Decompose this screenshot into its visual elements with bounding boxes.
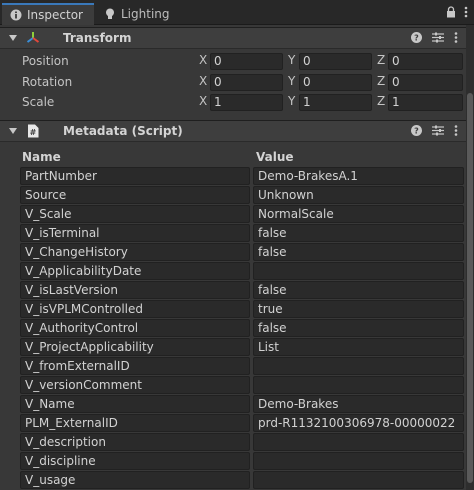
window-tab-bar: Inspector Lighting xyxy=(0,0,474,25)
tab-lighting[interactable]: Lighting xyxy=(96,3,174,25)
table-row: V_Name Demo-Brakes xyxy=(18,395,466,414)
table-row: V_isLastVersion false xyxy=(18,281,466,300)
rotation-label: Rotation xyxy=(22,75,73,89)
lock-icon[interactable] xyxy=(446,6,456,21)
position-y-field[interactable]: 0 xyxy=(299,53,372,70)
metadata-title: Metadata (Script) xyxy=(63,124,183,138)
row-name-field[interactable]: V_fromExternalID xyxy=(20,357,250,375)
table-row: PLM_ExternalID prd-R1132100306978-0000002… xyxy=(18,414,466,433)
table-row: V_ProjectApplicability List xyxy=(18,338,466,357)
row-name-field[interactable]: V_AuthorityControl xyxy=(20,319,250,337)
presets-icon[interactable] xyxy=(432,32,444,46)
help-icon[interactable]: ? xyxy=(411,32,422,46)
table-row: V_discipline xyxy=(18,452,466,471)
row-name-field[interactable]: Source xyxy=(20,186,250,204)
chevron-down-icon[interactable] xyxy=(8,33,18,43)
row-value-field[interactable]: Demo-Brakes xyxy=(253,395,464,413)
rotation-x-field[interactable]: 0 xyxy=(210,74,283,91)
table-row: V_AuthorityControl false xyxy=(18,319,466,338)
table-row: V_isVPLMControlled true xyxy=(18,300,466,319)
svg-text:?: ? xyxy=(414,127,419,136)
component-menu-icon[interactable] xyxy=(454,32,458,46)
row-value-field[interactable] xyxy=(253,433,464,451)
transform-axes-icon xyxy=(26,31,40,45)
row-value-field[interactable]: false xyxy=(253,243,464,261)
table-row: V_ChangeHistory false xyxy=(18,243,466,262)
row-name-field[interactable]: V_Scale xyxy=(20,205,250,223)
component-menu-icon[interactable] xyxy=(454,125,458,139)
row-value-field[interactable] xyxy=(253,471,464,489)
transform-header[interactable]: Transform ? xyxy=(0,27,466,49)
row-name-field[interactable]: V_Name xyxy=(20,395,250,413)
table-row: V_Scale NormalScale xyxy=(18,205,466,224)
table-row: PartNumber Demo-BrakesA.1 xyxy=(18,167,466,186)
row-value-field[interactable]: false xyxy=(253,319,464,337)
row-value-field[interactable] xyxy=(253,262,464,280)
scale-y-field[interactable]: 1 xyxy=(299,94,372,111)
scrollbar-thumb[interactable] xyxy=(467,93,473,483)
more-options-icon[interactable] xyxy=(464,6,468,21)
row-value-field[interactable]: Unknown xyxy=(253,186,464,204)
position-label: Position xyxy=(22,54,69,68)
row-value-field[interactable]: true xyxy=(253,300,464,318)
info-icon xyxy=(10,9,22,21)
transform-title: Transform xyxy=(63,31,132,45)
row-name-field[interactable]: V_description xyxy=(20,433,250,451)
svg-text:#: # xyxy=(30,128,37,137)
row-name-field[interactable]: PLM_ExternalID xyxy=(20,414,250,432)
table-row: V_description xyxy=(18,433,466,452)
row-value-field[interactable]: false xyxy=(253,224,464,242)
rotation-row: Rotation X 0 Y 0 Z 0 xyxy=(0,73,466,92)
position-x-field[interactable]: 0 xyxy=(210,53,283,70)
tab-inspector[interactable]: Inspector xyxy=(2,3,94,25)
presets-icon[interactable] xyxy=(432,125,444,139)
rotation-z-field[interactable]: 0 xyxy=(388,74,463,91)
script-icon: # xyxy=(26,124,40,138)
row-name-field[interactable]: V_usage xyxy=(20,471,250,489)
row-value-field[interactable]: false xyxy=(253,281,464,299)
metadata-header[interactable]: # Metadata (Script) ? xyxy=(0,120,466,142)
row-value-field[interactable]: List xyxy=(253,338,464,356)
metadata-table-header: Name Value xyxy=(18,148,466,166)
row-value-field[interactable] xyxy=(253,376,464,394)
row-name-field[interactable]: V_discipline xyxy=(20,452,250,470)
row-name-field[interactable]: V_ProjectApplicability xyxy=(20,338,250,356)
table-row: V_fromExternalID xyxy=(18,357,466,376)
help-icon[interactable]: ? xyxy=(411,125,422,139)
row-value-field[interactable]: prd-R1132100306978-00000022 xyxy=(253,414,464,432)
table-row: V_ApplicabilityDate xyxy=(18,262,466,281)
inspector-content: Transform ? Position X 0 Y 0 Z 0 Rotatio… xyxy=(0,25,466,490)
svg-text:?: ? xyxy=(414,34,419,43)
tab-lighting-label: Lighting xyxy=(121,7,170,21)
scale-z-field[interactable]: 1 xyxy=(388,94,463,111)
row-value-field[interactable]: NormalScale xyxy=(253,205,464,223)
lightbulb-icon xyxy=(104,8,116,20)
column-value-header: Value xyxy=(256,150,294,164)
table-row: V_usage xyxy=(18,471,466,490)
position-z-field[interactable]: 0 xyxy=(388,53,463,70)
row-name-field[interactable]: V_ChangeHistory xyxy=(20,243,250,261)
vertical-scrollbar[interactable] xyxy=(466,25,474,490)
row-value-field[interactable] xyxy=(253,452,464,470)
column-name-header: Name xyxy=(22,150,61,164)
row-value-field[interactable] xyxy=(253,357,464,375)
row-name-field[interactable]: PartNumber xyxy=(20,167,250,185)
row-name-field[interactable]: V_isVPLMControlled xyxy=(20,300,250,318)
row-value-field[interactable]: Demo-BrakesA.1 xyxy=(253,167,464,185)
row-name-field[interactable]: V_versionComment xyxy=(20,376,250,394)
row-name-field[interactable]: V_isTerminal xyxy=(20,224,250,242)
table-row: V_isTerminal false xyxy=(18,224,466,243)
row-name-field[interactable]: V_ApplicabilityDate xyxy=(20,262,250,280)
tab-inspector-label: Inspector xyxy=(27,8,83,22)
scale-row: Scale X 1 Y 1 Z 1 xyxy=(0,93,466,112)
scale-x-field[interactable]: 1 xyxy=(210,94,283,111)
table-row: Source Unknown xyxy=(18,186,466,205)
table-row: V_versionComment xyxy=(18,376,466,395)
chevron-down-icon[interactable] xyxy=(8,126,18,136)
rotation-y-field[interactable]: 0 xyxy=(299,74,372,91)
row-name-field[interactable]: V_isLastVersion xyxy=(20,281,250,299)
scale-label: Scale xyxy=(22,95,55,109)
position-row: Position X 0 Y 0 Z 0 xyxy=(0,52,466,71)
